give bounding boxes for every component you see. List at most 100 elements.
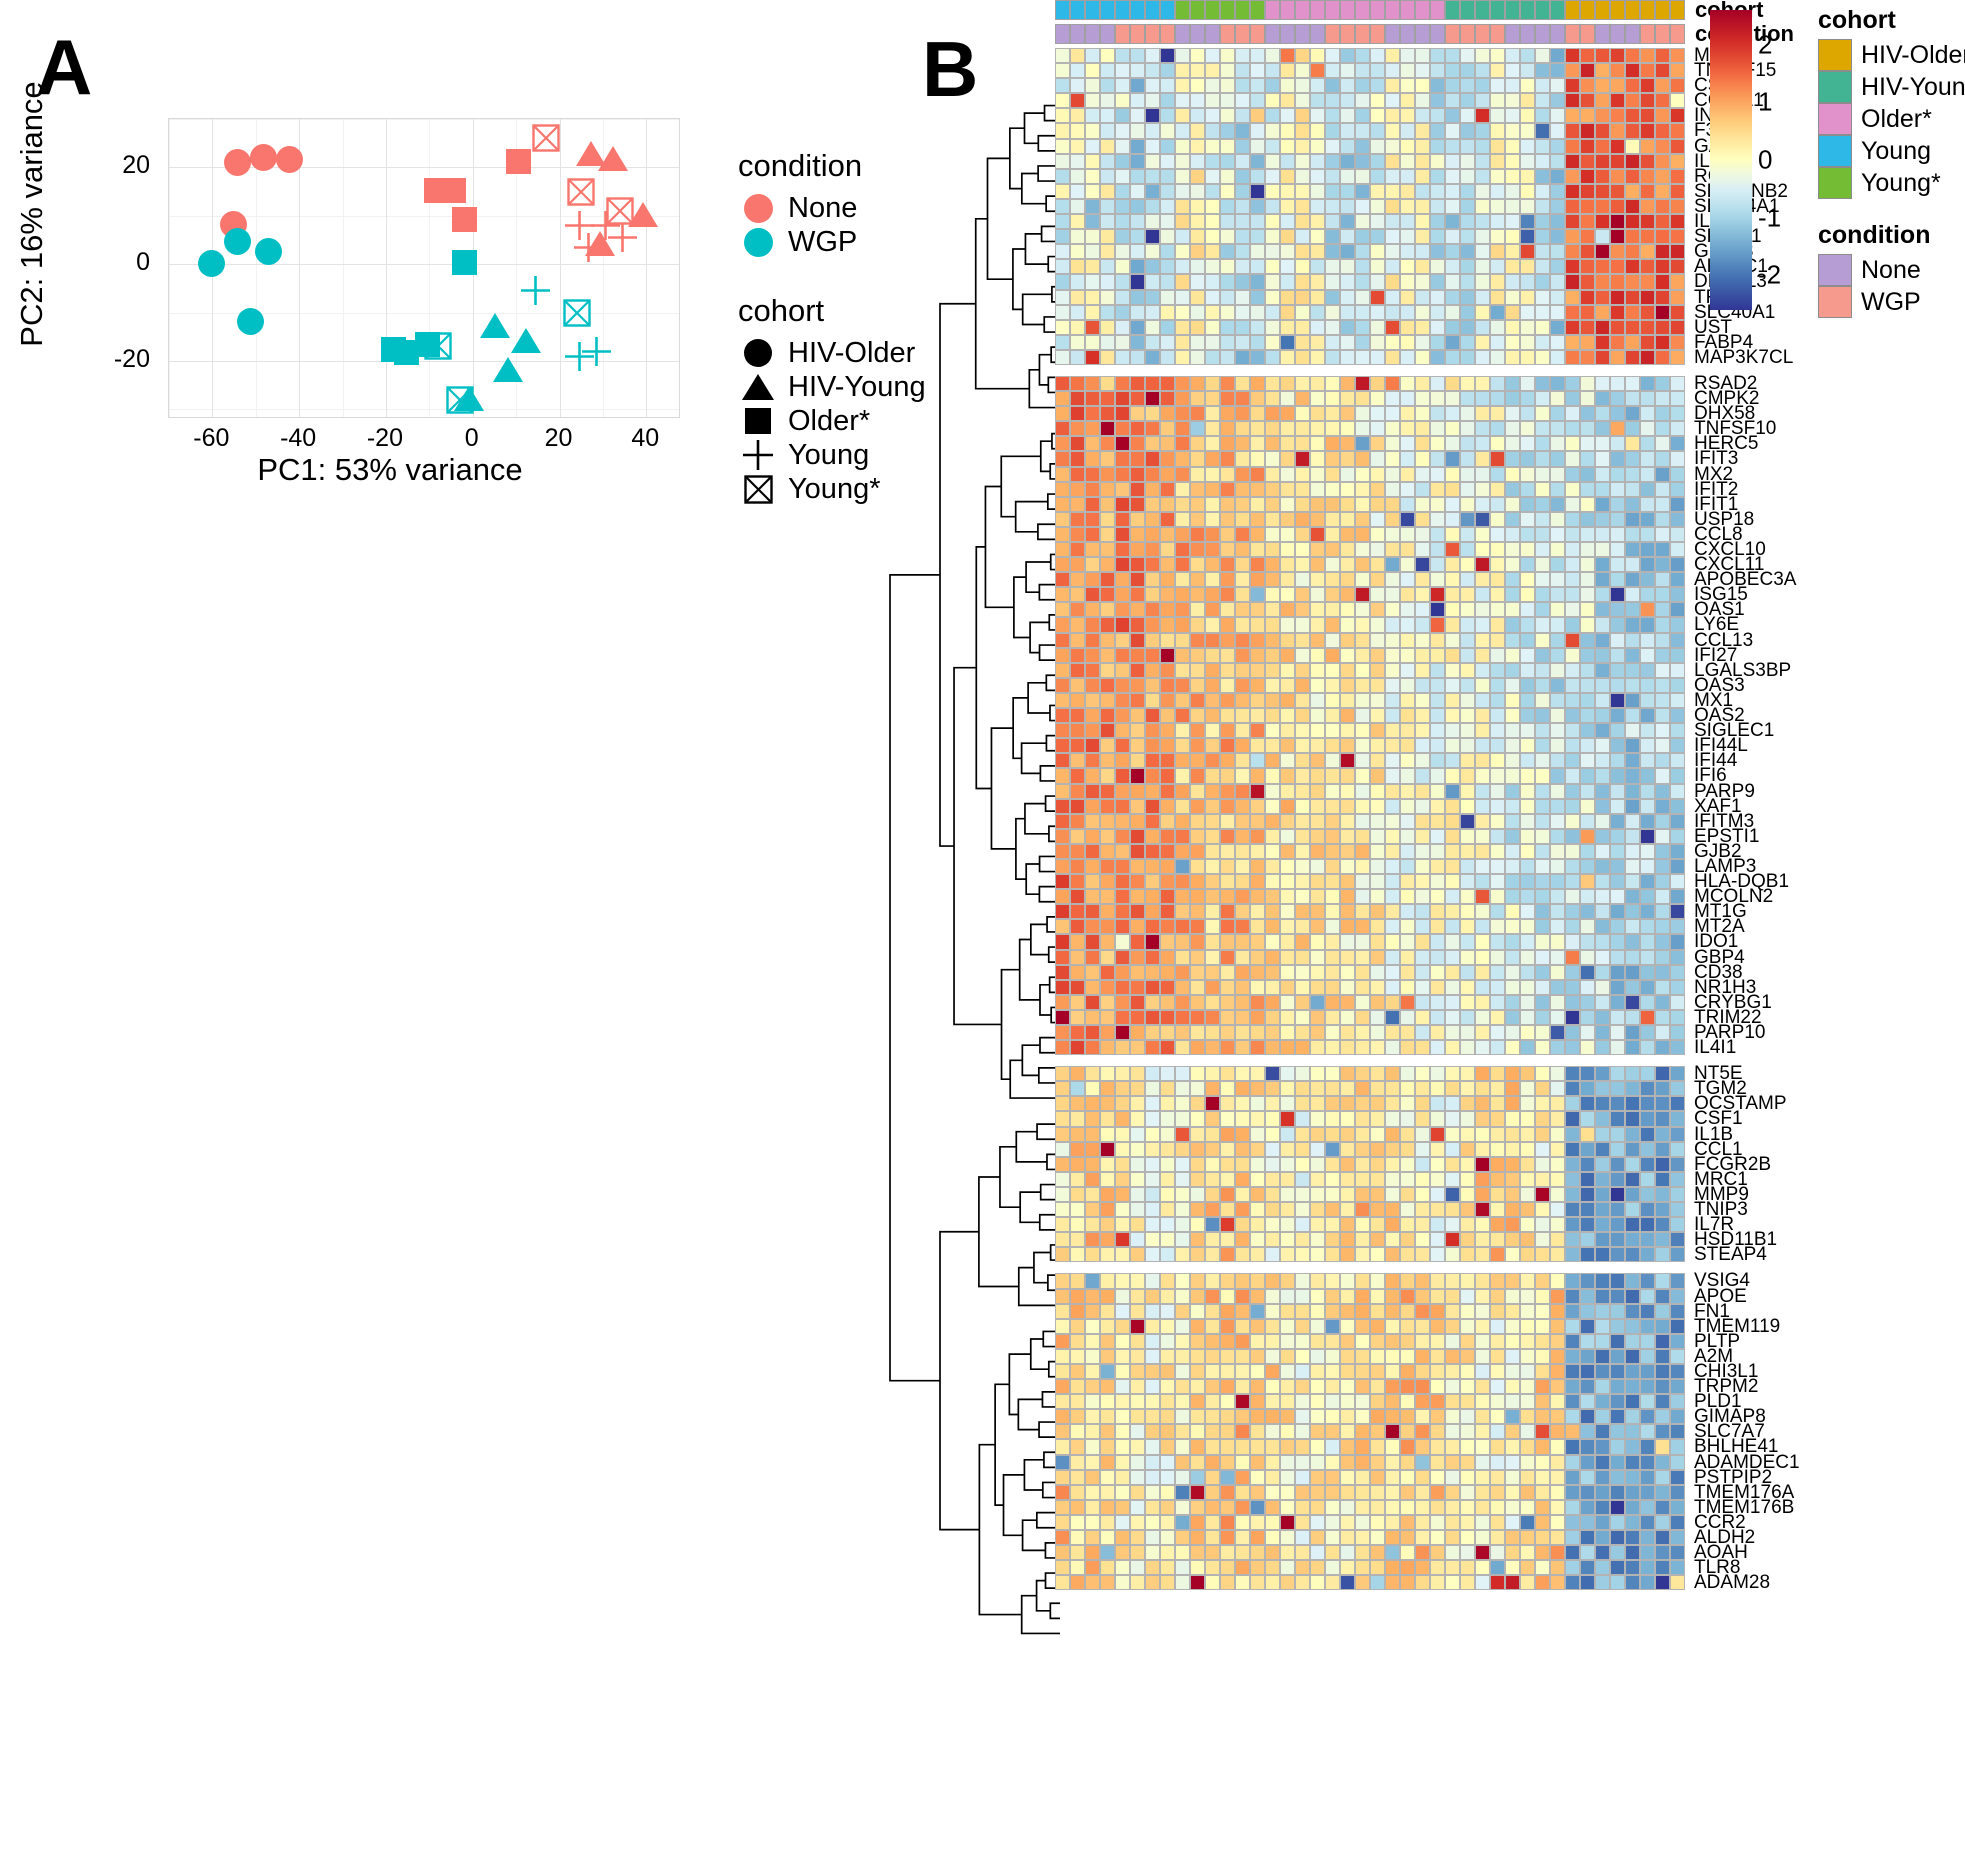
heatmap-cell [1385, 542, 1400, 558]
heatmap-cell [1235, 1499, 1250, 1515]
heatmap-cell [1265, 1273, 1280, 1289]
heatmap-cell [1445, 421, 1460, 437]
heatmap-cell [1190, 617, 1205, 633]
heatmap-cell [1385, 587, 1400, 603]
gene-label: ADAM28 [1694, 1572, 1771, 1594]
heatmap-cell [1055, 78, 1070, 94]
heatmap-cell [1580, 557, 1595, 573]
heatmap-cell [1325, 289, 1340, 305]
heatmap-cell [1415, 1232, 1430, 1248]
heatmap-legend-item-cohort-young[interactable]: Young [1818, 135, 1965, 167]
heatmap-cell [1595, 602, 1610, 618]
heatmap-cell [1205, 406, 1220, 422]
heatmap-cell [1205, 858, 1220, 875]
heatmap-cell [1280, 813, 1295, 829]
heatmap-cell [1565, 1439, 1580, 1455]
heatmap-cell [1325, 828, 1340, 844]
heatmap-cell [1250, 904, 1265, 920]
heatmap-cell [1490, 692, 1505, 709]
heatmap-cell [1550, 1318, 1565, 1334]
heatmap-cell [1265, 78, 1280, 94]
heatmap-cell [1325, 708, 1340, 724]
heatmap-cell [1475, 78, 1490, 94]
heatmap-cell [1640, 1025, 1655, 1041]
heatmap-cell [1310, 572, 1325, 588]
heatmap-cell [1460, 1141, 1475, 1157]
heatmap-cell [1130, 1409, 1145, 1425]
heatmap-cell [1175, 229, 1190, 245]
heatmap-cell [1460, 1040, 1475, 1056]
heatmap-cell [1250, 602, 1265, 618]
heatmap-cell [1250, 123, 1265, 139]
heatmap-cell [1655, 1186, 1670, 1203]
heatmap-cell [1190, 1545, 1205, 1561]
heatmap-cell [1535, 1379, 1550, 1395]
heatmap-row: FN1 [1055, 1302, 1800, 1321]
heatmap-cell [1115, 1424, 1130, 1440]
heatmap-cell [1145, 511, 1160, 527]
heatmap-cell [1595, 481, 1610, 497]
annotation-cell-condition [1460, 24, 1475, 44]
heatmap-cell [1445, 244, 1460, 260]
heatmap-cell [1460, 304, 1475, 320]
heatmap-cell [1505, 1530, 1520, 1546]
heatmap-cell [1145, 304, 1160, 320]
heatmap-cell [1520, 708, 1535, 724]
heatmap-cell [1640, 647, 1655, 663]
pca-point-none-young [572, 231, 605, 269]
heatmap-legend-item-cohort-olderstar[interactable]: Older* [1818, 103, 1965, 135]
heatmap-cell [1280, 1202, 1295, 1218]
heatmap-legend-item-cohort-hiv-older[interactable]: HIV-Older [1818, 39, 1965, 71]
heatmap-cell [1310, 436, 1325, 452]
heatmap-cell [1190, 723, 1205, 739]
heatmap-cell [1475, 557, 1490, 573]
heatmap-cell [1340, 1348, 1355, 1364]
heatmap-cell [1295, 481, 1310, 497]
heatmap-row: ADAM28 [1055, 1572, 1800, 1594]
heatmap-cell [1295, 1499, 1310, 1515]
heatmap-cell [1355, 511, 1370, 527]
heatmap-cell [1190, 1156, 1205, 1172]
heatmap-cell [1415, 858, 1430, 875]
heatmap-cell [1535, 1066, 1550, 1082]
heatmap-legend-item-cohort-youngstar[interactable]: Young* [1818, 167, 1965, 199]
heatmap-cell [1205, 843, 1220, 859]
heatmap-cell [1505, 1499, 1520, 1515]
heatmap-cell [1145, 1186, 1160, 1203]
heatmap-row: TNFSF10 [1055, 419, 1800, 438]
heatmap-legend-item-condition-none[interactable]: None [1818, 254, 1965, 286]
heatmap-cell [1415, 123, 1430, 139]
heatmap-cell [1055, 1156, 1070, 1172]
heatmap-cell [1055, 93, 1070, 109]
heatmap-cell [1280, 481, 1295, 497]
heatmap-cell [1550, 274, 1565, 290]
heatmap-legend-item-condition-wgp[interactable]: WGP [1818, 286, 1965, 318]
heatmap-cell [1490, 1469, 1505, 1485]
annotation-cell-condition [1310, 24, 1325, 44]
heatmap-cell [1265, 1469, 1280, 1485]
heatmap-cell [1415, 138, 1430, 154]
heatmap-cell [1355, 1040, 1370, 1056]
heatmap-cell [1265, 436, 1280, 452]
heatmap-cell [1655, 349, 1670, 365]
heatmap-cell [1520, 677, 1535, 693]
heatmap-cell [1565, 183, 1580, 199]
heatmap-legend-item-cohort-hiv-young[interactable]: HIV-Young [1818, 71, 1965, 103]
heatmap-cell [1325, 557, 1340, 573]
heatmap-cell [1325, 198, 1340, 215]
heatmap-cell [1655, 542, 1670, 558]
heatmap-cell [1490, 919, 1505, 935]
heatmap-cell [1565, 1171, 1580, 1187]
heatmap-cell [1535, 1186, 1550, 1203]
heatmap-cell [1415, 526, 1430, 542]
heatmap-cell [1190, 994, 1205, 1010]
gridline-minor-v [342, 119, 344, 417]
heatmap-cell [1340, 874, 1355, 890]
heatmap-cell [1115, 1096, 1130, 1112]
heatmap-cell [1235, 274, 1250, 290]
heatmap-cell [1265, 451, 1280, 467]
heatmap-row-cells [1055, 526, 1685, 542]
heatmap-cell [1580, 1096, 1595, 1112]
heatmap-cell [1565, 1186, 1580, 1203]
heatmap-cell [1370, 798, 1385, 814]
